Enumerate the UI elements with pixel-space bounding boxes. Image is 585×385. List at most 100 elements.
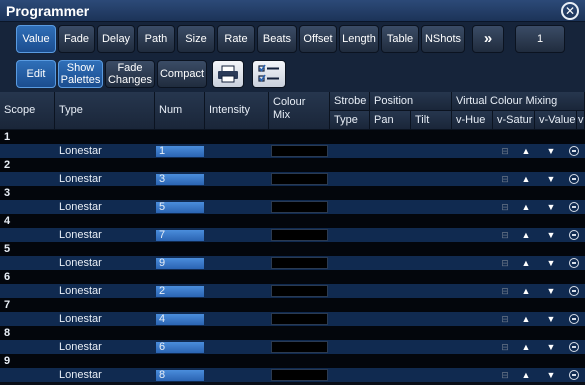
scope-row[interactable]: 6 <box>0 270 585 284</box>
up-arrow-icon[interactable]: ▲ <box>516 172 536 186</box>
header-v-hue[interactable]: v-Hue <box>452 111 493 130</box>
colour-mix-swatch[interactable] <box>271 201 328 213</box>
down-arrow-icon[interactable]: ▼ <box>541 284 561 298</box>
edit-button[interactable]: Edit <box>16 60 56 88</box>
fixture-num[interactable]: 6 <box>155 340 205 354</box>
fan-icon[interactable]: ⊟ <box>495 172 515 186</box>
rate-button[interactable]: Rate <box>217 25 255 53</box>
fan-icon[interactable]: ⊟ <box>495 200 515 214</box>
delay-button[interactable]: Delay <box>97 25 135 53</box>
colour-mix-swatch[interactable] <box>271 145 328 157</box>
down-arrow-icon[interactable]: ▼ <box>541 144 561 158</box>
fade-changes-button[interactable]: Fade Changes <box>105 60 155 88</box>
fixture-num[interactable]: 4 <box>155 312 205 326</box>
fixture-num[interactable]: 5 <box>155 200 205 214</box>
scope-row[interactable]: 1 <box>0 130 585 144</box>
colour-mix-swatch[interactable] <box>271 285 328 297</box>
fixture-num[interactable]: 1 <box>155 144 205 158</box>
up-arrow-icon[interactable]: ▲ <box>516 200 536 214</box>
show-palettes-button[interactable]: Show Palettes <box>58 60 103 88</box>
colour-mix-swatch[interactable] <box>271 173 328 185</box>
remove-icon[interactable] <box>564 284 584 298</box>
fan-icon[interactable]: ⊟ <box>495 144 515 158</box>
down-arrow-icon[interactable]: ▼ <box>541 312 561 326</box>
length-button[interactable]: Length <box>339 25 379 53</box>
path-button[interactable]: Path <box>137 25 175 53</box>
header-v-more[interactable]: v <box>577 111 585 130</box>
down-arrow-icon[interactable]: ▼ <box>541 172 561 186</box>
remove-icon[interactable] <box>564 312 584 326</box>
fixture-row[interactable]: Lonestar 7 ⊟ ▲ ▼ <box>0 228 585 242</box>
header-scope[interactable]: Scope <box>0 92 55 130</box>
printer-icon[interactable] <box>212 60 244 88</box>
fan-icon[interactable]: ⊟ <box>495 284 515 298</box>
scope-row[interactable]: 7 <box>0 298 585 312</box>
down-arrow-icon[interactable]: ▼ <box>541 200 561 214</box>
scope-row[interactable]: 5 <box>0 242 585 256</box>
header-pan[interactable]: Pan <box>370 111 411 130</box>
scope-row[interactable]: 9 <box>0 354 585 368</box>
header-position[interactable]: Position <box>370 92 452 111</box>
header-v-value[interactable]: v-Value <box>535 111 577 130</box>
remove-icon[interactable] <box>564 200 584 214</box>
fan-icon[interactable]: ⊟ <box>495 312 515 326</box>
fixture-row[interactable]: Lonestar 2 ⊟ ▲ ▼ <box>0 284 585 298</box>
down-arrow-icon[interactable]: ▼ <box>541 368 561 382</box>
close-icon[interactable]: ✕ <box>561 2 579 20</box>
remove-icon[interactable] <box>564 172 584 186</box>
remove-icon[interactable] <box>564 368 584 382</box>
checklist-icon[interactable] <box>252 60 286 88</box>
colour-mix-swatch[interactable] <box>271 341 328 353</box>
header-strobe[interactable]: Strobe <box>330 92 370 111</box>
nshots-button[interactable]: NShots <box>421 25 465 53</box>
fixture-row[interactable]: Lonestar 4 ⊟ ▲ ▼ <box>0 312 585 326</box>
fan-icon[interactable]: ⊟ <box>495 340 515 354</box>
fixture-num[interactable]: 8 <box>155 368 205 382</box>
fixture-row[interactable]: Lonestar 1 ⊟ ▲ ▼ <box>0 144 585 158</box>
header-type[interactable]: Type <box>55 92 155 130</box>
remove-icon[interactable] <box>564 144 584 158</box>
offset-button[interactable]: Offset <box>299 25 337 53</box>
header-tilt[interactable]: Tilt <box>411 111 452 130</box>
compact-button[interactable]: Compact <box>157 60 207 88</box>
scope-row[interactable]: 4 <box>0 214 585 228</box>
table-button[interactable]: Table <box>381 25 419 53</box>
header-strobe-type[interactable]: Type <box>330 111 370 130</box>
fixture-row[interactable]: Lonestar 6 ⊟ ▲ ▼ <box>0 340 585 354</box>
header-num[interactable]: Num <box>155 92 205 130</box>
down-arrow-icon[interactable]: ▼ <box>541 256 561 270</box>
header-virtual-colour-mixing[interactable]: Virtual Colour Mixing <box>452 92 585 111</box>
fixture-row[interactable]: Lonestar 3 ⊟ ▲ ▼ <box>0 172 585 186</box>
up-arrow-icon[interactable]: ▲ <box>516 340 536 354</box>
up-arrow-icon[interactable]: ▲ <box>516 368 536 382</box>
fan-icon[interactable]: ⊟ <box>495 256 515 270</box>
up-arrow-icon[interactable]: ▲ <box>516 228 536 242</box>
fixture-row[interactable]: Lonestar 9 ⊟ ▲ ▼ <box>0 256 585 270</box>
fixture-row[interactable]: Lonestar 5 ⊟ ▲ ▼ <box>0 200 585 214</box>
fixture-num[interactable]: 7 <box>155 228 205 242</box>
fixture-num[interactable]: 3 <box>155 172 205 186</box>
colour-mix-swatch[interactable] <box>271 229 328 241</box>
remove-icon[interactable] <box>564 228 584 242</box>
page-selector[interactable]: 1 <box>515 25 565 53</box>
fan-icon[interactable]: ⊟ <box>495 228 515 242</box>
fixture-num[interactable]: 2 <box>155 284 205 298</box>
header-v-satur[interactable]: v-Satur <box>493 111 535 130</box>
colour-mix-swatch[interactable] <box>271 257 328 269</box>
down-arrow-icon[interactable]: ▼ <box>541 228 561 242</box>
value-button[interactable]: Value <box>16 25 56 53</box>
scope-row[interactable]: 2 <box>0 158 585 172</box>
up-arrow-icon[interactable]: ▲ <box>516 312 536 326</box>
fan-icon[interactable]: ⊟ <box>495 368 515 382</box>
up-arrow-icon[interactable]: ▲ <box>516 144 536 158</box>
up-arrow-icon[interactable]: ▲ <box>516 256 536 270</box>
colour-mix-swatch[interactable] <box>271 369 328 381</box>
scope-row[interactable]: 3 <box>0 186 585 200</box>
remove-icon[interactable] <box>564 256 584 270</box>
fixture-row[interactable]: Lonestar 8 ⊟ ▲ ▼ <box>0 368 585 382</box>
up-arrow-icon[interactable]: ▲ <box>516 284 536 298</box>
fixture-num[interactable]: 9 <box>155 256 205 270</box>
scope-row[interactable]: 8 <box>0 326 585 340</box>
header-colour-mix[interactable]: Colour Mix <box>269 92 330 130</box>
header-intensity[interactable]: Intensity <box>205 92 269 130</box>
